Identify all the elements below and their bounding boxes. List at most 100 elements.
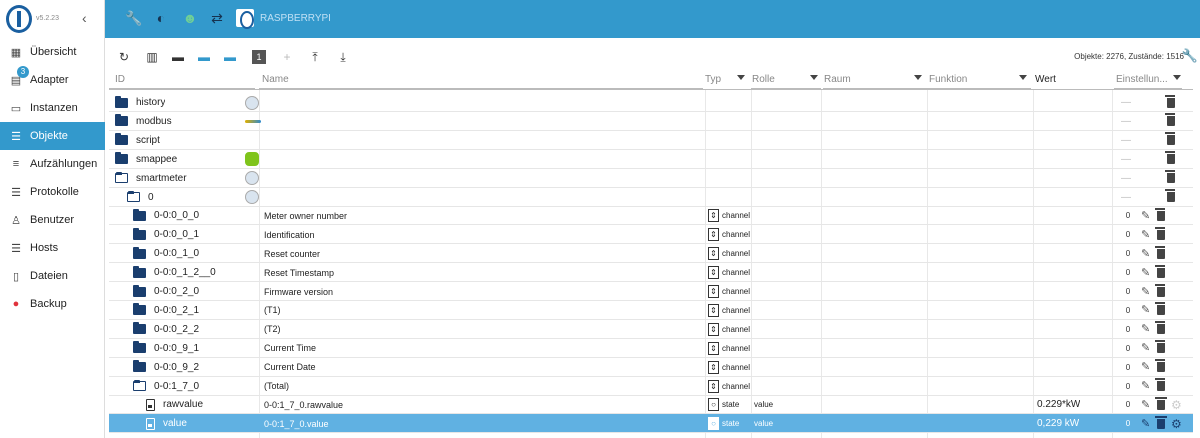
table-row[interactable]: 0-0:0_0_0 Meter owner number ⇕ channel 0 ✎ [109, 206, 1193, 226]
folder-open-icon[interactable] [127, 191, 140, 202]
name-cell[interactable]: Firmware version [264, 282, 333, 301]
sync-icon[interactable]: ⇄ [209, 10, 225, 26]
custom-settings-icon[interactable]: 🔧 [1182, 48, 1198, 64]
delete-icon[interactable] [1165, 94, 1175, 108]
table-row[interactable]: smartmeter — [109, 169, 1193, 188]
name-cell[interactable]: Current Time [264, 339, 316, 358]
edit-icon[interactable]: ✎ [1141, 362, 1151, 373]
table-row[interactable]: history — [109, 93, 1193, 112]
download-icon[interactable]: ⤓ [336, 50, 350, 64]
expert-mode-icon[interactable]: ☻ [182, 10, 198, 26]
state-file-icon[interactable] [146, 417, 155, 430]
delete-icon[interactable] [1155, 415, 1167, 429]
delete-icon[interactable] [1155, 226, 1165, 240]
delete-icon[interactable] [1155, 264, 1165, 278]
table-row[interactable]: modbus — [109, 112, 1193, 131]
folder-open-icon[interactable] [115, 172, 128, 184]
columns-icon[interactable]: ▥ [145, 50, 159, 64]
sidebar-item-benutzer[interactable]: ♙ Benutzer [0, 206, 105, 234]
edit-icon[interactable]: ✎ [1141, 286, 1151, 297]
sidebar-item-instanzen[interactable]: ▭ Instanzen [0, 94, 105, 122]
room-filter-caret-icon[interactable] [914, 75, 922, 80]
edit-icon[interactable]: ✎ [1141, 305, 1151, 316]
col-role[interactable]: Rolle [752, 74, 775, 85]
delete-icon[interactable] [1155, 321, 1165, 335]
folder-open-icon[interactable] [133, 380, 146, 391]
theme-toggle-icon[interactable]: ◐ [153, 10, 169, 26]
table-row[interactable]: value 0-0:1_7_0.value ○ state value 0,229 kW 0… [109, 414, 1193, 434]
name-cell[interactable]: (T1) [264, 301, 281, 320]
collapse-all-icon[interactable]: ▬ [223, 50, 237, 64]
delete-icon[interactable] [1155, 396, 1167, 410]
upload-icon[interactable]: ⤒ [308, 50, 322, 64]
sidebar-item-objekte[interactable]: ☰ Objekte [0, 122, 105, 150]
name-cell[interactable]: Reset Timestamp [264, 263, 334, 282]
edit-icon[interactable]: ✎ [1141, 343, 1151, 354]
table-row[interactable]: smappee — [109, 150, 1193, 169]
sidebar-item--bersicht[interactable]: ▦ Übersicht [0, 38, 105, 66]
folder-icon[interactable] [133, 246, 146, 259]
delete-icon[interactable] [1165, 132, 1175, 146]
delete-icon[interactable] [1155, 245, 1165, 259]
sidebar-item-dateien[interactable]: ▯ Dateien [0, 262, 105, 290]
sidebar-item-adapter[interactable]: ▤ Adapter [0, 66, 105, 94]
edit-icon[interactable]: ✎ [1141, 399, 1151, 410]
wrench-icon[interactable]: 🔧 [125, 10, 142, 26]
type-filter-caret-icon[interactable] [737, 75, 745, 80]
function-filter-caret-icon[interactable] [1019, 75, 1027, 80]
folder-icon[interactable] [133, 284, 146, 297]
folder-icon[interactable] [115, 133, 128, 146]
sidebar-item-hosts[interactable]: ☰ Hosts [0, 234, 105, 262]
table-row[interactable]: script — [109, 131, 1193, 150]
sidebar-item-aufz-hlungen[interactable]: ≡ Aufzählungen [0, 150, 105, 178]
add-icon[interactable]: + [280, 50, 294, 64]
folder-icon[interactable] [133, 303, 146, 316]
folder-icon[interactable] [133, 265, 146, 278]
delete-icon[interactable] [1165, 170, 1175, 184]
col-type[interactable]: Typ [705, 74, 721, 85]
table-row[interactable]: 0-0:1_7_0 (Total) ⇕ channel 0 ✎ [109, 377, 1193, 396]
delete-icon[interactable] [1155, 359, 1165, 373]
folder-icon[interactable] [115, 95, 128, 108]
folder-icon[interactable] [133, 341, 146, 354]
sidebar-item-backup[interactable]: ● Backup [0, 290, 105, 318]
folder-icon[interactable] [133, 360, 146, 373]
name-cell[interactable]: Current Date [264, 358, 316, 377]
delete-icon[interactable] [1155, 283, 1165, 297]
name-cell[interactable]: Meter owner number [264, 206, 347, 225]
delete-icon[interactable] [1165, 113, 1175, 127]
edit-icon[interactable]: ✎ [1141, 248, 1151, 259]
table-row[interactable]: 0-0:0_2_0 Firmware version ⇕ channel 0 ✎ [109, 282, 1193, 301]
col-name[interactable]: Name [262, 74, 289, 85]
value-cell[interactable]: 0,229 kW [1037, 414, 1079, 433]
edit-icon[interactable]: ✎ [1141, 267, 1151, 278]
table-row[interactable]: 0— [109, 188, 1193, 207]
settings-filter-caret-icon[interactable] [1173, 75, 1181, 80]
custom-settings-gear-icon[interactable]: ⚙ [1171, 418, 1182, 430]
delete-icon[interactable] [1165, 151, 1175, 165]
name-cell[interactable]: 0-0:1_7_0.value [264, 414, 329, 433]
edit-icon[interactable]: ✎ [1141, 418, 1151, 429]
folder-icon[interactable] [133, 322, 146, 335]
table-row[interactable]: 0-0:0_2_1 (T1) ⇕ channel 0 ✎ [109, 301, 1193, 320]
delete-icon[interactable] [1155, 378, 1165, 391]
delete-icon[interactable] [1155, 302, 1165, 316]
role-filter-caret-icon[interactable] [810, 75, 818, 80]
edit-icon[interactable]: ✎ [1141, 229, 1151, 240]
custom-settings-gear-icon[interactable]: ⚙ [1171, 399, 1182, 411]
table-row[interactable]: 0-0:0_1_0 Reset counter ⇕ channel 0 ✎ [109, 244, 1193, 264]
delete-icon[interactable] [1155, 207, 1165, 221]
table-row[interactable]: rawvalue 0-0:1_7_0.rawvalue ○ state value 0.2… [109, 395, 1193, 415]
collapse-sidebar-icon[interactable]: ‹ [82, 10, 87, 26]
name-cell[interactable]: (T2) [264, 320, 281, 339]
refresh-icon[interactable]: ↻ [117, 50, 131, 64]
state-file-icon[interactable] [146, 398, 155, 411]
name-cell[interactable]: Identification [264, 225, 315, 244]
name-cell[interactable]: Reset counter [264, 244, 320, 263]
table-row[interactable]: 0-0:0_9_2 Current Date ⇕ channel 0 ✎ [109, 358, 1193, 377]
table-row[interactable]: 0-0:0_9_1 Current Time ⇕ channel 0 ✎ [109, 339, 1193, 358]
table-row[interactable]: 0-0:0_0_1 Identification ⇕ channel 0 ✎ [109, 225, 1193, 245]
folder-icon[interactable] [133, 208, 146, 221]
expand-level-icon[interactable]: 1 [252, 50, 266, 64]
col-settings[interactable]: Einstellun... [1116, 74, 1168, 85]
